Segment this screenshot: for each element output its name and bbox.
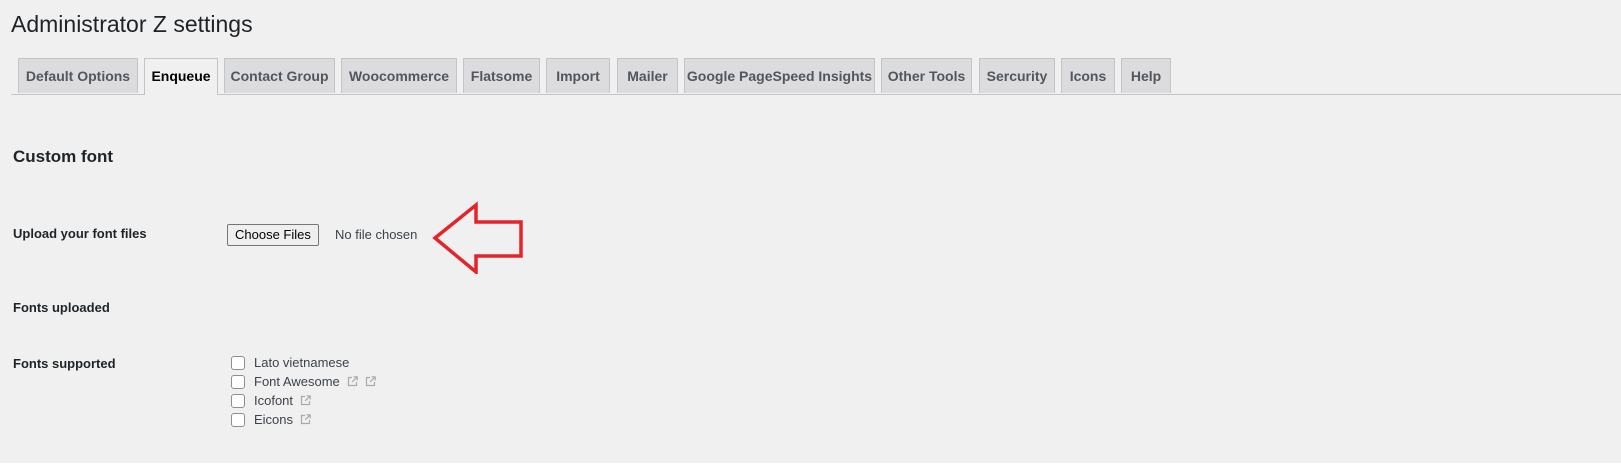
tab-flatsome[interactable]: Flatsome <box>463 58 540 93</box>
file-status-text: No file chosen <box>335 227 418 242</box>
font-checkbox[interactable] <box>231 393 245 408</box>
external-link-icon[interactable] <box>300 414 311 425</box>
settings-page: Administrator Z settings Default Options… <box>0 0 1621 463</box>
choose-files-button[interactable]: Choose Files <box>227 224 319 246</box>
font-option-label: Font Awesome <box>254 373 340 389</box>
font-option-eicons: Eicons <box>231 410 376 429</box>
font-option-label: Lato vietnamese <box>254 354 350 370</box>
external-link-icon[interactable] <box>365 376 376 387</box>
fonts-uploaded-label: Fonts uploaded <box>13 300 110 315</box>
font-checkbox[interactable] <box>231 412 245 427</box>
tab-woocommerce[interactable]: Woocommerce <box>341 58 457 93</box>
tab-help[interactable]: Help <box>1121 58 1171 93</box>
tab-google-pagespeed-insights[interactable]: Google PageSpeed Insights <box>684 58 875 93</box>
annotation-arrow-icon <box>432 201 523 274</box>
tab-default-options[interactable]: Default Options <box>18 58 138 93</box>
fonts-supported-label: Fonts supported <box>13 356 116 371</box>
tab-sercurity[interactable]: Sercurity <box>979 58 1055 93</box>
font-option-font-awesome: Font Awesome <box>231 372 376 391</box>
fonts-supported-list: Lato vietnamese Font Awesome Icofont Eic… <box>231 353 376 429</box>
page-title: Administrator Z settings <box>11 11 253 37</box>
section-title-custom-font: Custom font <box>13 147 114 166</box>
tab-icons[interactable]: Icons <box>1061 58 1115 93</box>
external-link-icon[interactable] <box>347 376 358 387</box>
font-option-label: Icofont <box>254 392 294 408</box>
upload-font-files-label: Upload your font files <box>13 226 147 241</box>
font-checkbox[interactable] <box>231 374 245 389</box>
tab-mailer[interactable]: Mailer <box>617 58 678 93</box>
tab-import[interactable]: Import <box>546 58 610 93</box>
external-link-icon[interactable] <box>300 395 311 406</box>
tab-other-tools[interactable]: Other Tools <box>881 58 972 93</box>
settings-tabs: Default Options Enqueue Contact Group Wo… <box>11 58 1621 95</box>
font-checkbox[interactable] <box>231 355 245 370</box>
font-option-lato-vietnamese: Lato vietnamese <box>231 353 376 372</box>
tab-contact-group[interactable]: Contact Group <box>224 58 335 93</box>
font-option-icofont: Icofont <box>231 391 376 410</box>
font-option-label: Eicons <box>254 411 294 427</box>
tab-enqueue[interactable]: Enqueue <box>144 58 218 95</box>
